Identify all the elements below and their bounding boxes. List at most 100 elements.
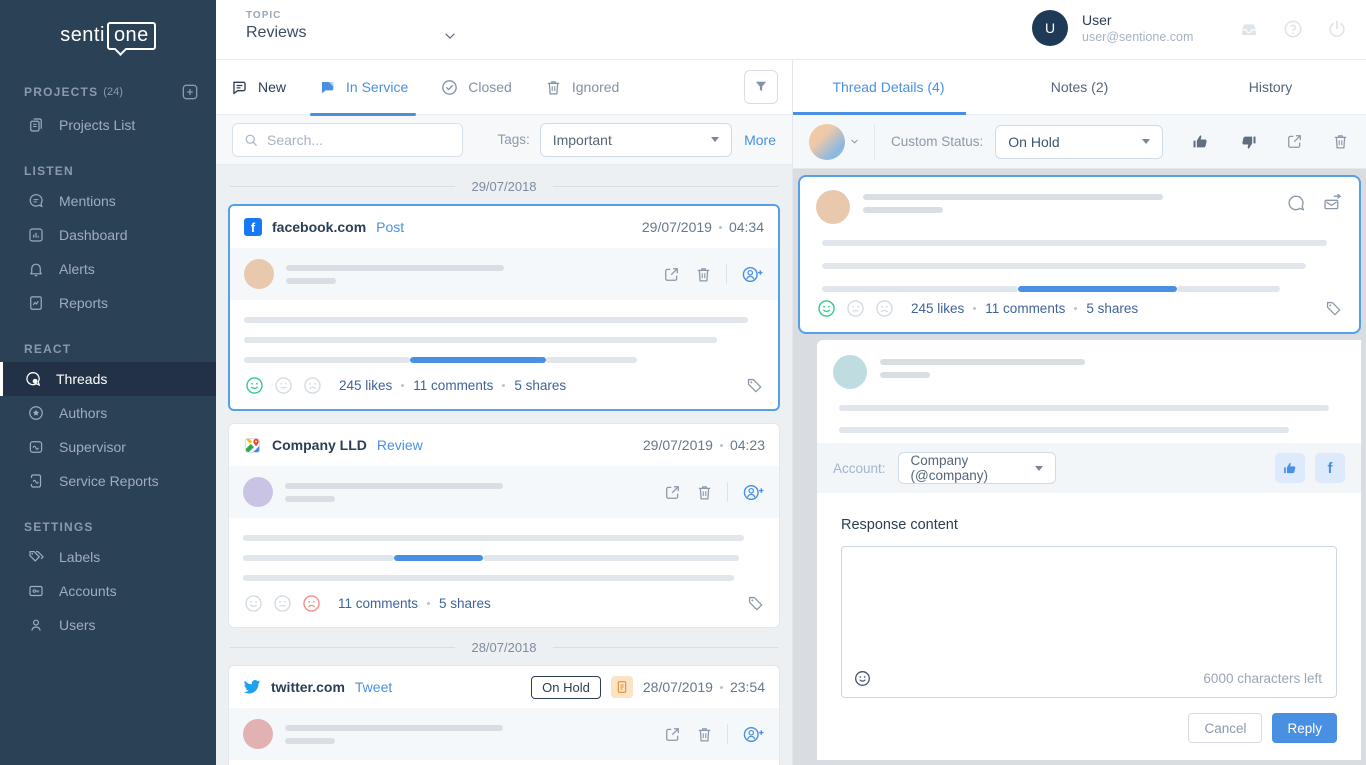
thread-card-twitter[interactable]: twitter.com Tweet On Hold 28/07/201923:5… — [228, 665, 780, 765]
date-separator: 28/07/2018 — [230, 640, 778, 655]
tab-notes[interactable]: Notes (2) — [984, 60, 1175, 114]
thumbs-down-icon[interactable] — [1238, 132, 1258, 152]
comment-author-row — [817, 340, 1361, 393]
sentiment-negative-icon[interactable] — [302, 375, 323, 396]
sidebar-item-label: Users — [59, 617, 96, 633]
channel-buttons: f — [1275, 453, 1345, 483]
sidebar-item-users[interactable]: Users — [0, 608, 216, 642]
response-textarea[interactable] — [842, 547, 1336, 651]
sidebar-item-reports[interactable]: Reports — [0, 286, 216, 320]
sentiment-negative-icon[interactable] — [874, 298, 895, 319]
thread-card-review[interactable]: Company LLD Review 29/07/201904:23 — [228, 423, 780, 628]
sentiment-positive-icon[interactable] — [244, 375, 265, 396]
thread-card-facebook[interactable]: f facebook.com Post 29/07/201904:34 — [228, 204, 780, 411]
sidebar-item-accounts[interactable]: Accounts — [0, 574, 216, 608]
logo-text-left: senti — [60, 24, 105, 46]
tab-thread-details[interactable]: Thread Details (4) — [793, 60, 984, 114]
help-icon[interactable] — [1282, 18, 1304, 40]
search-input[interactable] — [267, 132, 452, 148]
mention-type-link[interactable]: Post — [376, 219, 404, 235]
filter-button[interactable] — [744, 70, 778, 104]
tab-in-service[interactable]: In Service — [318, 60, 408, 115]
note-icon[interactable] — [611, 676, 633, 698]
tag-icon[interactable] — [746, 594, 765, 613]
tab-closed[interactable]: Closed — [440, 60, 512, 115]
like-action-button[interactable] — [1275, 453, 1305, 483]
status-badge: On Hold — [531, 676, 601, 699]
forward-message-icon[interactable] — [1322, 192, 1343, 213]
open-external-icon[interactable] — [663, 483, 682, 502]
mention-type-link[interactable]: Tweet — [355, 679, 392, 695]
engagement-stats: 245 likes 11 comments 5 shares — [339, 378, 566, 393]
sidebar-item-label: Threads — [56, 371, 107, 387]
delete-icon[interactable] — [695, 725, 714, 744]
tag-icon[interactable] — [1324, 299, 1343, 318]
sidebar-item-dashboard[interactable]: Dashboard — [0, 218, 216, 252]
tab-history[interactable]: History — [1175, 60, 1366, 114]
sidebar-item-label: Projects List — [59, 117, 135, 133]
custom-status-label: Custom Status: — [891, 134, 983, 149]
assign-author-icon[interactable] — [741, 724, 765, 745]
assigned-agent-menu[interactable] — [809, 124, 875, 160]
funnel-icon — [752, 78, 770, 96]
custom-status-select[interactable]: On Hold — [995, 125, 1163, 159]
avatar: U — [1032, 10, 1068, 46]
power-icon[interactable] — [1326, 18, 1348, 40]
open-external-icon[interactable] — [662, 265, 681, 284]
sentiment-neutral-icon[interactable] — [845, 298, 866, 319]
sidebar-item-threads[interactable]: Threads — [0, 362, 216, 396]
card-footer: 245 likes 11 comments 5 shares — [230, 367, 778, 409]
delete-icon[interactable] — [695, 483, 714, 502]
comment-avatar — [833, 355, 867, 389]
sidebar-item-projects-list[interactable]: Projects List — [0, 108, 216, 142]
facebook-channel-button[interactable]: f — [1315, 453, 1345, 483]
open-external-icon[interactable] — [1285, 132, 1304, 151]
tab-ignored[interactable]: Ignored — [544, 60, 619, 115]
delete-icon[interactable] — [1331, 132, 1350, 151]
sentiment-positive-icon[interactable] — [243, 593, 264, 614]
sidebar-item-supervisor[interactable]: Supervisor — [0, 430, 216, 464]
emoji-picker-icon[interactable] — [853, 669, 872, 688]
sentiment-positive-icon[interactable] — [816, 298, 837, 319]
thread-list: 29/07/2018 f facebook.com Post 29/07/201… — [216, 165, 792, 765]
add-project-icon[interactable] — [180, 82, 200, 102]
tab-new[interactable]: New — [230, 60, 286, 115]
shares-count: 5 shares — [439, 596, 491, 611]
mention-type-link[interactable]: Review — [377, 437, 423, 453]
cancel-button[interactable]: Cancel — [1188, 713, 1262, 743]
delete-icon[interactable] — [694, 265, 713, 284]
notifications-tray-icon[interactable] — [1238, 18, 1260, 40]
open-external-icon[interactable] — [663, 725, 682, 744]
sidebar-item-label: Dashboard — [59, 227, 128, 243]
sidebar-item-alerts[interactable]: Alerts — [0, 252, 216, 286]
comment-skeleton — [817, 393, 1361, 443]
sidebar-item-service-reports[interactable]: Service Reports — [0, 464, 216, 498]
thumbs-up-icon[interactable] — [1191, 132, 1211, 152]
tags-select[interactable]: Important — [540, 123, 732, 157]
tab-label: New — [258, 79, 286, 95]
sidebar-item-labels[interactable]: Labels — [0, 540, 216, 574]
sidebar-item-authors[interactable]: Authors — [0, 396, 216, 430]
user-menu[interactable]: U User user@sentione.com — [1032, 10, 1193, 46]
bell-icon — [27, 260, 45, 278]
comment-bubble-icon[interactable] — [1286, 193, 1306, 213]
card-actions — [663, 482, 765, 503]
detail-thread-card[interactable]: 245 likes 11 comments 5 shares — [798, 175, 1361, 334]
section-header-projects: PROJECTS (24) — [0, 76, 216, 108]
assign-author-icon[interactable] — [741, 482, 765, 503]
section-label: LISTEN — [24, 164, 74, 178]
sidebar-item-mentions[interactable]: Mentions — [0, 184, 216, 218]
search-box[interactable] — [232, 123, 463, 157]
sentiment-negative-icon[interactable] — [301, 593, 322, 614]
sentiment-neutral-icon[interactable] — [273, 375, 294, 396]
sentiment-neutral-icon[interactable] — [272, 593, 293, 614]
assign-author-icon[interactable] — [740, 264, 764, 285]
account-select[interactable]: Company (@company) — [898, 452, 1056, 484]
topbar: TOPIC Reviews U User user@sentione.com — [216, 0, 1366, 60]
topic-selector[interactable]: TOPIC Reviews — [246, 10, 458, 42]
tag-icon[interactable] — [745, 376, 764, 395]
more-filters-link[interactable]: More — [744, 132, 776, 148]
reply-button[interactable]: Reply — [1272, 713, 1337, 743]
card-date: 29/07/2019 — [642, 219, 712, 235]
characters-left: 6000 characters left — [1203, 671, 1322, 686]
